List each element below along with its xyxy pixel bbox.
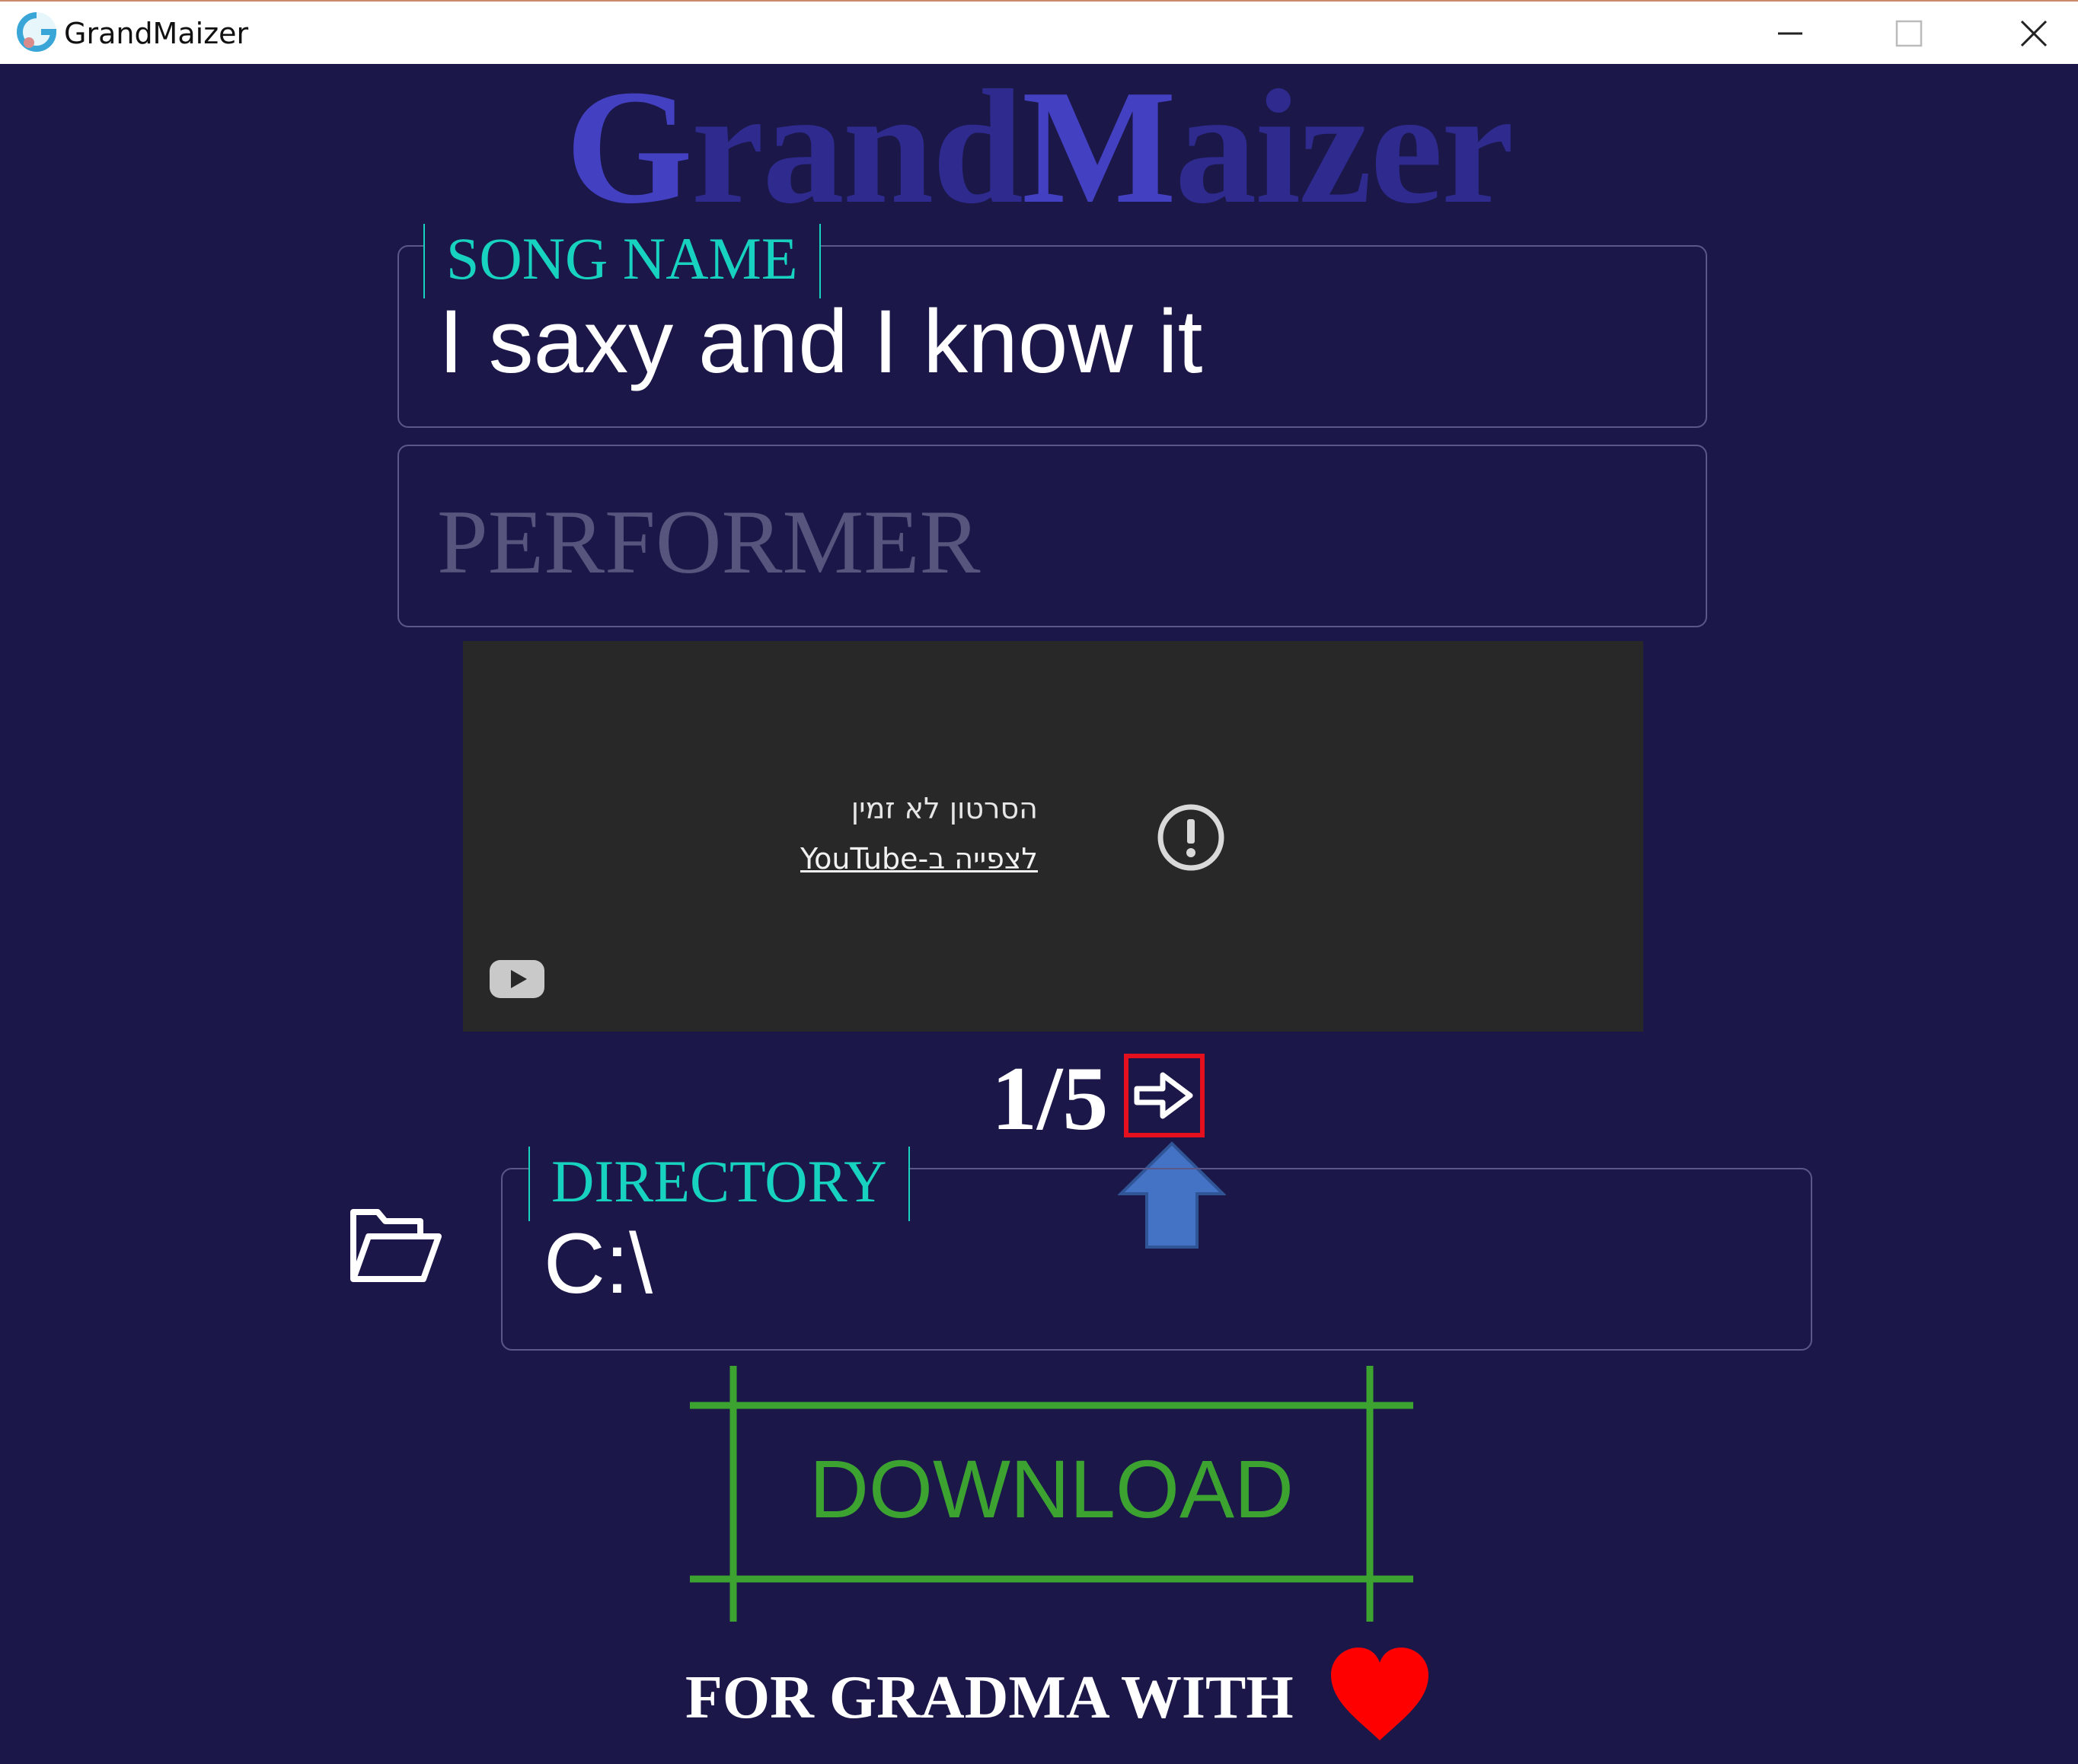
arrow-right-icon xyxy=(1134,1072,1193,1119)
song-name-field[interactable]: SONG NAME I saxy and I know it xyxy=(397,224,1707,428)
maximize-icon xyxy=(1895,20,1923,47)
minimize-icon xyxy=(1778,32,1802,35)
download-button[interactable]: DOWNLOAD xyxy=(690,1366,1413,1622)
performer-field[interactable]: PERFORMER xyxy=(397,445,1707,627)
video-unavailable-text: הסרטון לא זמין xyxy=(851,792,1038,825)
heading-rand: rand xyxy=(691,56,1023,238)
youtube-icon[interactable] xyxy=(489,959,545,999)
close-icon xyxy=(2020,20,2048,47)
folder-open-icon[interactable] xyxy=(347,1203,443,1287)
performer-input[interactable]: PERFORMER xyxy=(437,489,981,595)
heading-cap-g: G xyxy=(565,56,693,238)
heart-icon xyxy=(1331,1648,1428,1740)
heading-aizer: aizer xyxy=(1174,56,1515,238)
song-name-legend: SONG NAME xyxy=(423,224,821,298)
window-title: GrandMaizer xyxy=(64,17,249,50)
heading-cap-m: M xyxy=(1021,56,1176,238)
footer-text: FOR GRADMA WITH xyxy=(685,1664,1294,1731)
video-player[interactable]: הסרטון לא זמין לצפייה ב-YouTube xyxy=(463,641,1643,1032)
close-button[interactable] xyxy=(1977,2,2078,65)
minimize-button[interactable] xyxy=(1733,2,1847,65)
alert-circle-icon xyxy=(1157,804,1224,871)
download-label: DOWNLOAD xyxy=(809,1443,1294,1535)
song-name-input[interactable]: I saxy and I know it xyxy=(439,292,1202,391)
page-counter: 1/5 xyxy=(991,1048,1109,1149)
maximize-button[interactable] xyxy=(1852,2,1966,65)
directory-input[interactable]: C:\ xyxy=(544,1217,653,1311)
app-heading: GrandMaizer xyxy=(0,65,2078,228)
app-logo-icon xyxy=(17,12,57,52)
directory-legend: DIRECTORY xyxy=(528,1147,910,1221)
window-title-bar: GrandMaizer xyxy=(0,0,2078,64)
directory-field[interactable]: DIRECTORY C:\ xyxy=(501,1147,1812,1351)
next-video-button[interactable] xyxy=(1124,1054,1205,1137)
watch-on-youtube-link[interactable]: לצפייה ב-YouTube xyxy=(800,841,1038,877)
